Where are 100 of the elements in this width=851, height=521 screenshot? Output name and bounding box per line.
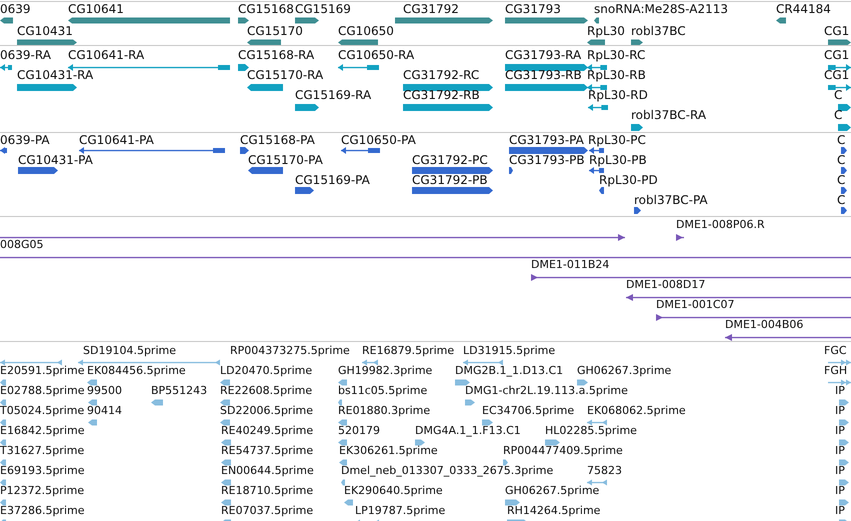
feature-label: 520179 [338, 424, 380, 438]
feature-label: 75823 [587, 464, 622, 478]
feature-label: Dmel_neb_013307_0333_2675.3prime [341, 464, 554, 478]
feature-label: CG31792-PC [412, 153, 488, 167]
feature-label: IP [835, 424, 845, 438]
feature-label: RH14264.5prime [507, 504, 600, 518]
feature-label: E16842.5prime [0, 424, 84, 438]
feature-label: E02788.5prime [0, 384, 84, 398]
feature-label: CG15170 [247, 24, 303, 38]
feature-label: CG31793-PA [509, 133, 584, 147]
feature-label: RE40249.5prime [221, 424, 314, 438]
feature-label: LD31915.5prime [463, 344, 556, 358]
feature-label: CG10431 [17, 24, 73, 38]
feature-label: CG15170-RA [247, 68, 324, 82]
feature-label: IP [835, 384, 845, 398]
feature-label: IP [835, 504, 845, 518]
feature-label: RpL30-RD [588, 88, 648, 102]
feature-label: C [837, 153, 846, 167]
feature-label: CG10431-RA [17, 68, 94, 82]
feature-label: IP [835, 484, 845, 498]
feature-label: GH06267.5prime [505, 484, 600, 498]
feature-label: DME1-001C07 [656, 298, 735, 312]
feature-label: CG15170-PA [248, 153, 323, 167]
feature-label: E69193.5prime [0, 464, 84, 478]
feature-label: GH19982.3prime [338, 364, 432, 378]
feature-label: snoRNA:Me28S-A2113 [594, 2, 728, 16]
feature-label: CG31792-RC [403, 68, 480, 82]
feature-label: FGH [824, 364, 848, 378]
feature-label: T05024.5prime [0, 404, 84, 418]
feature-label: C [837, 133, 846, 147]
feature-label: CG10650 [338, 24, 394, 38]
feature-label: CG10641-RA [68, 48, 144, 62]
feature-label: RpL30-PB [589, 153, 647, 167]
feature-label: P12372.5prime [0, 484, 84, 498]
feature-label: RP004477409.5prime [503, 444, 623, 458]
feature-label: RE18710.5prime [221, 484, 314, 498]
feature-label: RE01880.3prime [338, 404, 430, 418]
feature-label: T31627.5prime [0, 444, 84, 458]
feature-label: CG1 [824, 48, 850, 62]
feature-label: DMG1-chr2L.19.113.a.5prime [465, 384, 628, 398]
feature-label: E20591.5prime [0, 364, 84, 378]
feature-label: CG15169-RA [295, 88, 372, 102]
feature-label: CG15169-PA [295, 173, 370, 187]
feature-label: CG31793-RB [505, 68, 582, 82]
feature-label: HL02285.5prime [545, 424, 637, 438]
feature-label: CG1 [824, 68, 850, 82]
feature-label: C [834, 88, 842, 102]
feature-label: EC34706.5prime [482, 404, 574, 418]
feature-label: BP551243 [151, 384, 208, 398]
feature-label: FGC [824, 344, 847, 358]
feature-label: RpL30-RC [587, 48, 646, 62]
feature-label: CG10641-PA [79, 133, 154, 147]
feature-label: CG10650-RA [338, 48, 414, 62]
feature-label: CG1 [824, 24, 850, 38]
feature-label: 0639-PA [0, 133, 50, 147]
feature-label: IP [835, 444, 845, 458]
feature-label: CG15168-RA [238, 48, 314, 62]
feature-label: C [834, 108, 842, 122]
feature-label: CG15168-PA [240, 133, 315, 147]
feature-label: E37286.5prime [0, 504, 84, 518]
feature-label: CG10650-PA [341, 133, 416, 147]
feature-label: DME1-008D17 [626, 278, 706, 292]
feature-label: SD19104.5prime [83, 344, 176, 358]
feature-label: RpL30-PD [599, 173, 658, 187]
feature-label: IP [835, 404, 845, 418]
feature-label: EK306261.5prime [339, 444, 438, 458]
feature-label: 0639-RA [0, 48, 51, 62]
feature-label: DMG2B.1_1.D13.C1 [455, 364, 564, 378]
feature-label: C [837, 193, 846, 207]
feature-label: CG15169 [295, 2, 351, 16]
feature-label: SD22006.5prime [220, 404, 313, 418]
feature-label: GH06267.3prime [577, 364, 672, 378]
feature-label: EN00644.5prime [221, 464, 314, 478]
feature-label: 90414 [87, 404, 122, 418]
feature-label: EK290640.5prime [344, 484, 443, 498]
feature-label: CG31792 [403, 2, 459, 16]
feature-label: RpL30-RB [587, 68, 646, 82]
feature-label: EK068062.5prime [587, 404, 686, 418]
feature-label: 99500 [87, 384, 122, 398]
feature-label: LP19787.5prime [355, 504, 446, 518]
feature-label: 008G05 [0, 238, 44, 252]
feature-label: CG10431-PA [18, 153, 93, 167]
feature-label: CG10641 [68, 2, 124, 16]
feature-label: CG15168 [238, 2, 294, 16]
feature-label: DME1-004B06 [725, 318, 804, 332]
feature-label: DMG4A.1_1.F13.C1 [415, 424, 521, 438]
feature-label: DME1-008P06.R [676, 218, 765, 232]
feature-label: robl37BC-RA [631, 108, 706, 122]
feature-label: IP [835, 464, 845, 478]
feature-label: CG31792-PB [412, 173, 488, 187]
feature-label: EK084456.5prime [87, 364, 186, 378]
feature-label: RE22608.5prime [220, 384, 312, 398]
feature-label: RE07037.5prime [221, 504, 314, 518]
feature-label: LD20470.5prime [220, 364, 312, 378]
feature-label: robl37BC [631, 24, 686, 38]
feature-label: RE54737.5prime [221, 444, 314, 458]
feature-label: 0639 [0, 2, 31, 16]
feature-label: RpL30 [587, 24, 625, 38]
feature-label: CG31793-PB [509, 153, 585, 167]
feature-label: C [837, 173, 846, 187]
